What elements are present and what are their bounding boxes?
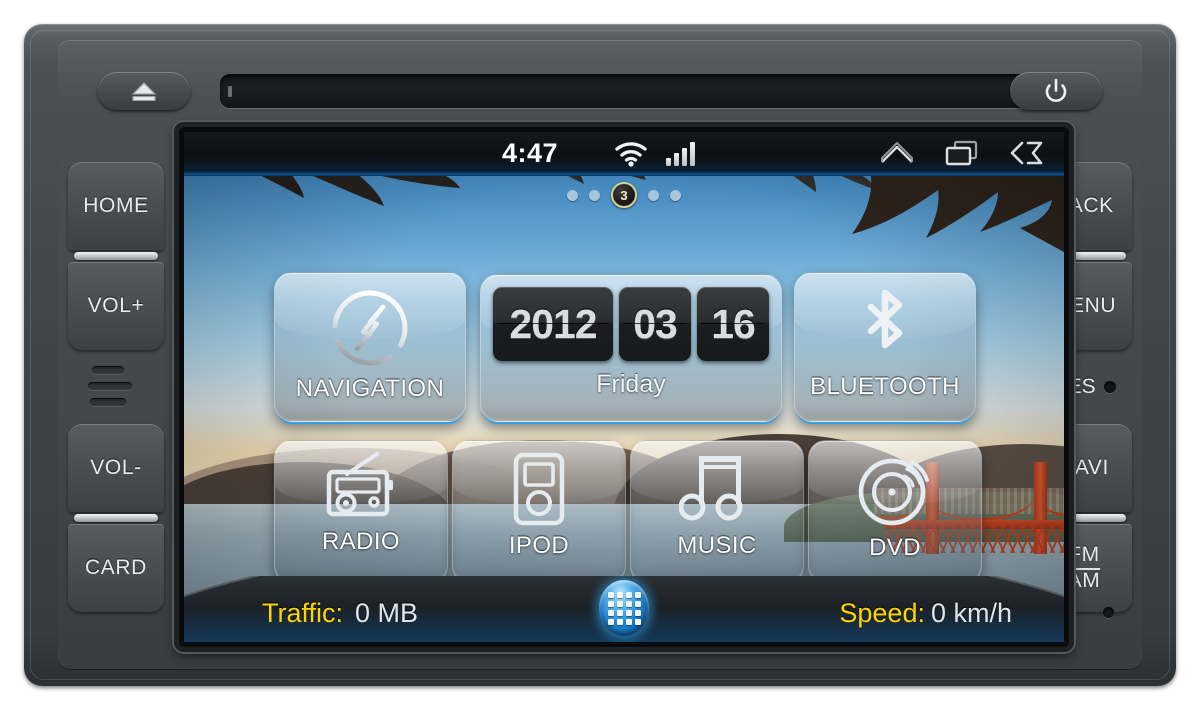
speaker-grille xyxy=(68,350,164,424)
page-dot[interactable] xyxy=(670,189,681,201)
page-dot[interactable] xyxy=(589,189,600,201)
tile-music[interactable]: MUSIC xyxy=(630,440,804,584)
date-day: 16 xyxy=(697,287,769,361)
home-button-label: HOME xyxy=(83,193,149,217)
touchscreen[interactable]: 4:47 3 NAVIGATION 2012 03 16 Friday BLUE… xyxy=(184,132,1064,642)
volume-down-button-label: VOL- xyxy=(90,455,142,479)
tile-dvd-label: DVD xyxy=(869,534,921,561)
reset-pinhole-icon[interactable] xyxy=(1103,381,1116,393)
ipod-icon xyxy=(509,452,569,526)
home-button[interactable]: HOME xyxy=(68,162,164,250)
navigation-bar-icons xyxy=(878,139,1048,172)
signal-bars-icon xyxy=(666,141,695,166)
page-dot-current[interactable]: 3 xyxy=(611,182,637,208)
speed-readout: Speed: 0 km/h xyxy=(839,598,1012,629)
tile-bluetooth-label: BLUETOOTH xyxy=(810,373,960,400)
tile-dvd[interactable]: DVD xyxy=(808,440,982,584)
date-widget[interactable]: 2012 03 16 Friday xyxy=(480,274,782,422)
home-screen-tiles: NAVIGATION 2012 03 16 Friday BLUETOOTH R… xyxy=(184,192,1064,584)
volume-up-button-label: VOL+ xyxy=(87,293,145,317)
eject-button[interactable] xyxy=(98,72,190,110)
speed-label: Speed: xyxy=(839,598,925,628)
date-weekday: Friday xyxy=(596,370,666,398)
traffic-value: 0 MB xyxy=(355,598,419,628)
tile-bluetooth[interactable]: BLUETOOTH xyxy=(794,272,976,422)
tile-navigation[interactable]: NAVIGATION xyxy=(274,272,466,422)
card-button-label: CARD xyxy=(85,555,147,579)
tile-ipod[interactable]: IPOD xyxy=(452,440,626,584)
android-status-bar: 4:47 xyxy=(184,132,1064,176)
page-indicator: 3 xyxy=(184,182,1064,208)
disc-icon xyxy=(855,452,935,528)
power-button[interactable] xyxy=(1010,72,1102,110)
bluetooth-icon xyxy=(847,283,923,369)
power-icon xyxy=(1045,78,1067,102)
recent-apps-icon[interactable] xyxy=(944,139,980,172)
tile-radio[interactable]: RADIO xyxy=(274,440,448,584)
left-button-column: HOME VOL+ VOL- CARD xyxy=(68,162,164,612)
status-clock: 4:47 xyxy=(502,138,559,168)
screen-bezel: 4:47 3 NAVIGATION 2012 03 16 Friday BLUE… xyxy=(174,122,1074,652)
app-drawer-grid-icon xyxy=(607,591,641,625)
button-separator-chrome xyxy=(68,250,164,262)
back-icon[interactable] xyxy=(1008,139,1048,172)
page-dot[interactable] xyxy=(567,189,578,201)
compass-icon xyxy=(327,285,413,371)
tile-ipod-label: IPOD xyxy=(508,532,570,559)
device-chassis: HOME VOL+ VOL- CARD BACK MENU RES NAVI F… xyxy=(24,24,1176,686)
traffic-label: Traffic: xyxy=(262,598,344,628)
wifi-icon xyxy=(614,141,648,172)
traffic-readout: Traffic: 0 MB xyxy=(262,598,418,629)
tile-navigation-label: NAVIGATION xyxy=(295,375,445,402)
card-button[interactable]: CARD xyxy=(68,524,164,612)
date-month: 03 xyxy=(619,287,691,361)
volume-down-button[interactable]: VOL- xyxy=(68,424,164,512)
bottom-status-dock: Traffic: 0 MB Speed: 0 km/h xyxy=(184,576,1064,642)
tile-radio-label: RADIO xyxy=(321,528,400,555)
speed-value: 0 km/h xyxy=(930,598,1012,628)
flip-clock-date: 2012 03 16 xyxy=(493,287,769,361)
head-unit-device: HOME VOL+ VOL- CARD BACK MENU RES NAVI F… xyxy=(0,0,1200,709)
volume-up-button[interactable]: VOL+ xyxy=(68,262,164,350)
button-separator-chrome xyxy=(68,512,164,524)
page-dot[interactable] xyxy=(648,189,659,201)
home-icon[interactable] xyxy=(878,140,916,171)
disc-slot[interactable] xyxy=(220,74,1032,108)
date-year: 2012 xyxy=(493,287,613,361)
eject-icon xyxy=(131,82,157,101)
tile-music-label: MUSIC xyxy=(677,532,757,559)
music-note-icon xyxy=(679,452,755,526)
radio-icon xyxy=(319,452,403,522)
microphone-pinhole-icon xyxy=(1103,607,1114,618)
app-drawer-button[interactable] xyxy=(599,580,649,636)
